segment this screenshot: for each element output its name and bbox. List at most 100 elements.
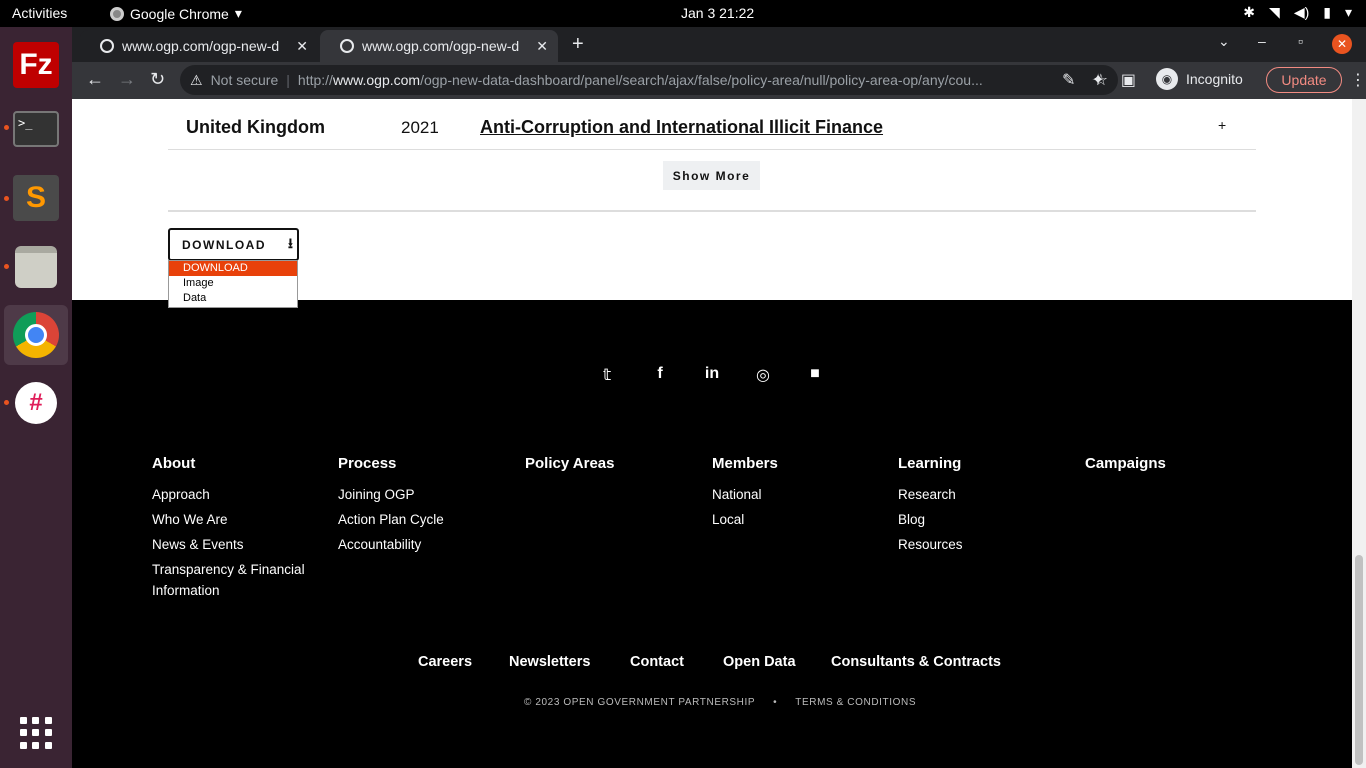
footer-link[interactable]: Research (898, 484, 1058, 505)
dock-slack[interactable]: # (4, 373, 68, 433)
reload-icon[interactable]: ↻ (150, 69, 165, 90)
app-menu[interactable]: Google Chrome ▾ (110, 5, 242, 22)
video-icon[interactable]: ■ (805, 365, 825, 383)
slack-tray-icon[interactable]: ✱ (1243, 4, 1255, 21)
download-label: DOWNLOAD (182, 237, 266, 252)
activities-button[interactable]: Activities (12, 5, 67, 21)
chrome-icon (13, 312, 59, 358)
copyright: © 2023 OPEN GOVERNMENT PARTNERSHIP (524, 697, 756, 708)
url-host: www.ogp.com (332, 72, 421, 88)
dock-terminal[interactable]: >_ (4, 99, 68, 159)
footer-link[interactable]: Local (712, 509, 872, 530)
pen-extension-icon[interactable]: ✎ (1062, 70, 1075, 90)
dropdown-option[interactable]: DOWNLOAD (169, 261, 297, 276)
footer-link[interactable]: Joining OGP (338, 484, 498, 505)
browser-tab[interactable]: www.ogp.com/ogp-new-d ✕ (80, 30, 318, 62)
linkedin-icon[interactable]: in (702, 365, 722, 383)
chevron-down-icon[interactable]: ▾ (1345, 4, 1352, 21)
volume-icon[interactable]: ◀) (1294, 4, 1309, 21)
download-dropdown[interactable]: DOWNLOAD Image Data (168, 260, 298, 308)
footer-link[interactable]: Approach (152, 484, 312, 505)
browser-tab-active[interactable]: www.ogp.com/ogp-new-d ✕ (320, 30, 558, 62)
footer-link-careers[interactable]: Careers (418, 654, 472, 670)
footer-link-consultants[interactable]: Consultants & Contracts (831, 654, 1001, 670)
footer-link[interactable]: Accountability (338, 534, 498, 555)
update-button[interactable]: Update (1266, 67, 1342, 93)
globe-icon (340, 39, 354, 53)
footer-column-members: Members National Local (712, 455, 872, 534)
footer-link[interactable]: Blog (898, 509, 1058, 530)
bullet-separator: • (773, 697, 778, 708)
footer-link[interactable]: Resources (898, 534, 1058, 555)
url-prefix: http:// (297, 72, 333, 88)
terminal-icon: >_ (13, 111, 59, 147)
browser-toolbar: ← → ↻ ⚠ Not secure | http://www.ogp.com/… (72, 62, 1366, 99)
dock-files[interactable] (4, 237, 68, 297)
dropdown-option[interactable]: Data (169, 291, 297, 306)
minimize-icon[interactable]: – (1258, 33, 1266, 49)
close-tab-icon[interactable]: ✕ (296, 38, 308, 55)
twitter-icon[interactable]: 𝕥 (597, 365, 617, 385)
url-path: /ogp-new-data-dashboard/panel/search/aja… (420, 72, 983, 88)
forward-icon[interactable]: → (118, 69, 136, 90)
footer-heading[interactable]: Learning (898, 455, 1058, 472)
page-scrollbar[interactable] (1352, 99, 1366, 768)
footer-link[interactable]: Transparency & Financial Information (152, 559, 312, 601)
filezilla-icon: Fz (13, 42, 59, 88)
dropdown-option[interactable]: Image (169, 276, 297, 291)
restore-icon[interactable]: ▫ (1298, 33, 1303, 49)
show-more-button[interactable]: Show More (663, 161, 760, 190)
incognito-label: Incognito (1186, 71, 1243, 87)
footer-heading[interactable]: Policy Areas (525, 455, 615, 472)
tab-strip: www.ogp.com/ogp-new-d ✕ www.ogp.com/ogp-… (72, 27, 1366, 62)
footer-heading[interactable]: About (152, 455, 312, 472)
footer-heading[interactable]: Campaigns (1085, 455, 1166, 472)
wifi-icon[interactable]: ◥ (1269, 4, 1280, 21)
tab-search-icon[interactable]: ⌄ (1218, 33, 1230, 50)
terms-link[interactable]: TERMS & CONDITIONS (795, 697, 916, 708)
footer-link-open-data[interactable]: Open Data (723, 654, 796, 670)
footer-heading[interactable]: Members (712, 455, 872, 472)
facebook-icon[interactable]: f (650, 365, 670, 383)
dock-sublime[interactable]: S (4, 168, 68, 228)
tab-title: www.ogp.com/ogp-new-d (122, 38, 280, 54)
battery-icon[interactable]: ▮ (1323, 4, 1331, 21)
incognito-icon: ◉ (1156, 68, 1178, 90)
close-window-icon[interactable]: ✕ (1332, 34, 1352, 54)
dock-chrome[interactable] (4, 305, 68, 365)
clock[interactable]: Jan 3 21:22 (681, 5, 754, 21)
footer-link[interactable]: National (712, 484, 872, 505)
puzzle-extensions-icon[interactable]: ✦ (1091, 70, 1104, 90)
dock-filezilla[interactable]: Fz (4, 35, 68, 95)
incognito-indicator[interactable]: ◉ Incognito (1156, 68, 1243, 90)
web-page: United Kingdom 2021 Anti-Corruption and … (72, 99, 1352, 768)
footer-column-campaigns: Campaigns (1085, 455, 1166, 484)
warning-icon[interactable]: ⚠ (190, 72, 203, 89)
footer-link-newsletters[interactable]: Newsletters (509, 654, 590, 670)
instagram-icon[interactable]: ◎ (753, 365, 773, 385)
back-icon[interactable]: ← (86, 69, 104, 90)
footer-link[interactable]: News & Events (152, 534, 312, 555)
security-label[interactable]: Not secure (211, 72, 279, 88)
footer-heading[interactable]: Process (338, 455, 498, 472)
system-tray[interactable]: ✱ ◥ ◀) ▮ ▾ (1243, 4, 1352, 21)
close-tab-icon[interactable]: ✕ (536, 38, 548, 55)
footer-column-learning: Learning Research Blog Resources (898, 455, 1058, 559)
footer-link[interactable]: Action Plan Cycle (338, 509, 498, 530)
system-top-bar: Activities Google Chrome ▾ Jan 3 21:22 ✱… (0, 0, 1366, 27)
table-row: United Kingdom 2021 Anti-Corruption and … (168, 99, 1256, 150)
show-apps-icon[interactable] (20, 717, 52, 749)
download-icon: ⭳ (288, 234, 295, 251)
footer-link-contact[interactable]: Contact (630, 654, 684, 670)
row-policy-area-link[interactable]: Anti-Corruption and International Illici… (480, 117, 883, 138)
url-text[interactable]: http://www.ogp.com/ogp-new-data-dashboar… (298, 72, 983, 88)
new-tab-icon[interactable]: + (572, 33, 584, 56)
download-button[interactable]: DOWNLOAD ⭳ (168, 228, 299, 261)
footer-link[interactable]: Who We Are (152, 509, 312, 530)
expand-row-icon[interactable]: + (1218, 117, 1226, 133)
scrollbar-thumb[interactable] (1355, 555, 1363, 765)
address-bar[interactable]: ⚠ Not secure | http://www.ogp.com/ogp-ne… (180, 65, 1118, 95)
separator: | (286, 72, 290, 88)
kebab-menu-icon[interactable]: ⋮ (1350, 70, 1366, 90)
sidepanel-icon[interactable]: ▣ (1121, 70, 1136, 90)
